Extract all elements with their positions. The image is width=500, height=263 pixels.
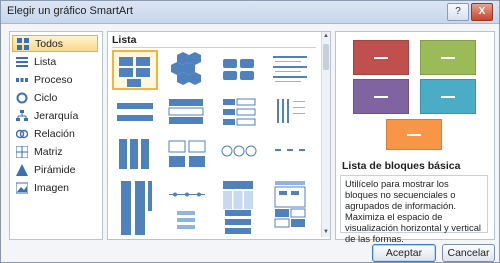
cycle-icon — [16, 92, 28, 103]
preview-block-green — [420, 40, 476, 75]
category-lista[interactable]: Lista — [12, 53, 98, 70]
hexagon-list-thumbnail — [171, 52, 201, 85]
preview-block-purple — [353, 79, 409, 114]
layout-gallery: Lista ▲ ▼ — [107, 31, 331, 240]
pyramid-icon — [16, 163, 28, 176]
scroll-up-icon[interactable]: ▲ — [322, 32, 330, 41]
category-label: Matriz — [34, 145, 63, 158]
category-label: Imagen — [34, 181, 70, 194]
layout-accent-list[interactable] — [164, 206, 210, 239]
hierarchy-icon — [16, 109, 28, 121]
relationship-icon — [16, 129, 28, 138]
gallery-heading-label: Lista — [112, 34, 137, 46]
category-todos[interactable]: Todos — [12, 35, 98, 52]
category-label: Proceso — [34, 73, 73, 86]
preview-graphic — [336, 32, 494, 152]
category-ciclo[interactable]: Ciclo — [12, 89, 98, 106]
process-icon — [16, 77, 28, 82]
category-jerarquia[interactable]: Jerarquía — [12, 107, 98, 124]
category-matriz[interactable]: Matriz — [12, 143, 98, 160]
layout-bracket-list[interactable] — [216, 92, 262, 132]
layout-stacked-bar-list[interactable] — [164, 92, 210, 132]
cancel-button[interactable]: Cancelar — [442, 244, 495, 262]
scroll-down-icon[interactable]: ▼ — [322, 228, 330, 237]
category-label: Pirámide — [34, 163, 76, 176]
layout-picture-strips[interactable] — [112, 206, 158, 239]
category-relacion[interactable]: Relación — [12, 125, 98, 142]
layout-bending-block-list[interactable] — [216, 206, 262, 239]
gallery-divider — [112, 47, 316, 48]
basic-block-list-thumbnail — [119, 57, 150, 87]
layout-basic-block-list[interactable] — [112, 50, 158, 90]
layout-matrix-list[interactable] — [268, 206, 314, 239]
gallery-heading: Lista — [108, 32, 318, 48]
category-list: Todos Lista Proceso Ciclo Jerarquía Rela… — [9, 31, 103, 240]
category-proceso[interactable]: Proceso — [12, 71, 98, 88]
matrix-icon — [16, 145, 28, 158]
horizontal-bar-list-thumbnail — [117, 103, 153, 121]
text-list-thumbnail — [273, 56, 307, 82]
stacked-bar-list-thumbnail — [168, 99, 204, 124]
category-piramide[interactable]: Pirámide — [12, 161, 98, 178]
bending-block-list-thumbnail — [225, 210, 251, 234]
rounded-block-list-thumbnail — [223, 59, 254, 80]
preview-description: Utilícelo para mostrar los bloques no se… — [340, 175, 488, 244]
layout-vertical-bullet-list[interactable] — [268, 92, 314, 132]
layout-hexagon-list[interactable] — [164, 50, 210, 90]
dialog-title: Elegir un gráfico SmartArt — [7, 5, 133, 17]
circle-picture-list-thumbnail — [221, 145, 257, 157]
vertical-box-list-thumbnail — [119, 139, 149, 169]
scroll-thumb[interactable] — [323, 44, 329, 70]
preview-layout-name: Lista de bloques básica — [342, 160, 461, 172]
category-imagen[interactable]: Imagen — [12, 179, 98, 196]
layout-vertical-box-list[interactable] — [112, 134, 158, 174]
smartart-dialog: Elegir un gráfico SmartArt ? X Todos Lis… — [0, 0, 500, 263]
layout-circle-picture-list[interactable] — [216, 134, 262, 174]
dotted-text-list-thumbnail — [275, 149, 305, 151]
matrix-list-thumbnail — [274, 208, 306, 228]
close-button[interactable]: X — [471, 3, 493, 21]
category-label: Relación — [34, 127, 75, 140]
accept-button[interactable]: Aceptar — [372, 244, 436, 262]
picture-strips-thumbnail — [121, 209, 145, 235]
bracket-list-thumbnail — [223, 98, 256, 126]
vertical-bullet-list-thumbnail — [277, 99, 305, 123]
layout-rounded-block-list[interactable] — [216, 50, 262, 90]
layout-dotted-text-list[interactable] — [268, 134, 314, 174]
list-icon — [16, 56, 28, 67]
grid-icon — [17, 37, 29, 50]
category-label: Ciclo — [34, 91, 58, 104]
help-button[interactable]: ? — [447, 3, 469, 21]
layout-horizontal-bar-list[interactable] — [112, 92, 158, 132]
category-label: Lista — [34, 55, 57, 68]
layout-picture-caption-list[interactable] — [164, 134, 210, 174]
preview-block-teal — [420, 79, 476, 114]
picture-caption-list-thumbnail — [168, 140, 206, 167]
layout-text-list[interactable] — [268, 50, 314, 90]
accent-list-thumbnail — [177, 211, 195, 229]
title-bar: Elegir un gráfico SmartArt ? X — [1, 1, 499, 24]
picture-icon — [16, 182, 28, 193]
preview-block-orange — [386, 119, 442, 150]
category-label: Jerarquía — [34, 109, 79, 122]
category-label: Todos — [35, 37, 64, 50]
preview-panel: Lista de bloques básica Utilícelo para m… — [335, 31, 495, 244]
preview-block-red — [353, 40, 409, 75]
gallery-scrollbar[interactable]: ▲ ▼ — [321, 32, 330, 237]
